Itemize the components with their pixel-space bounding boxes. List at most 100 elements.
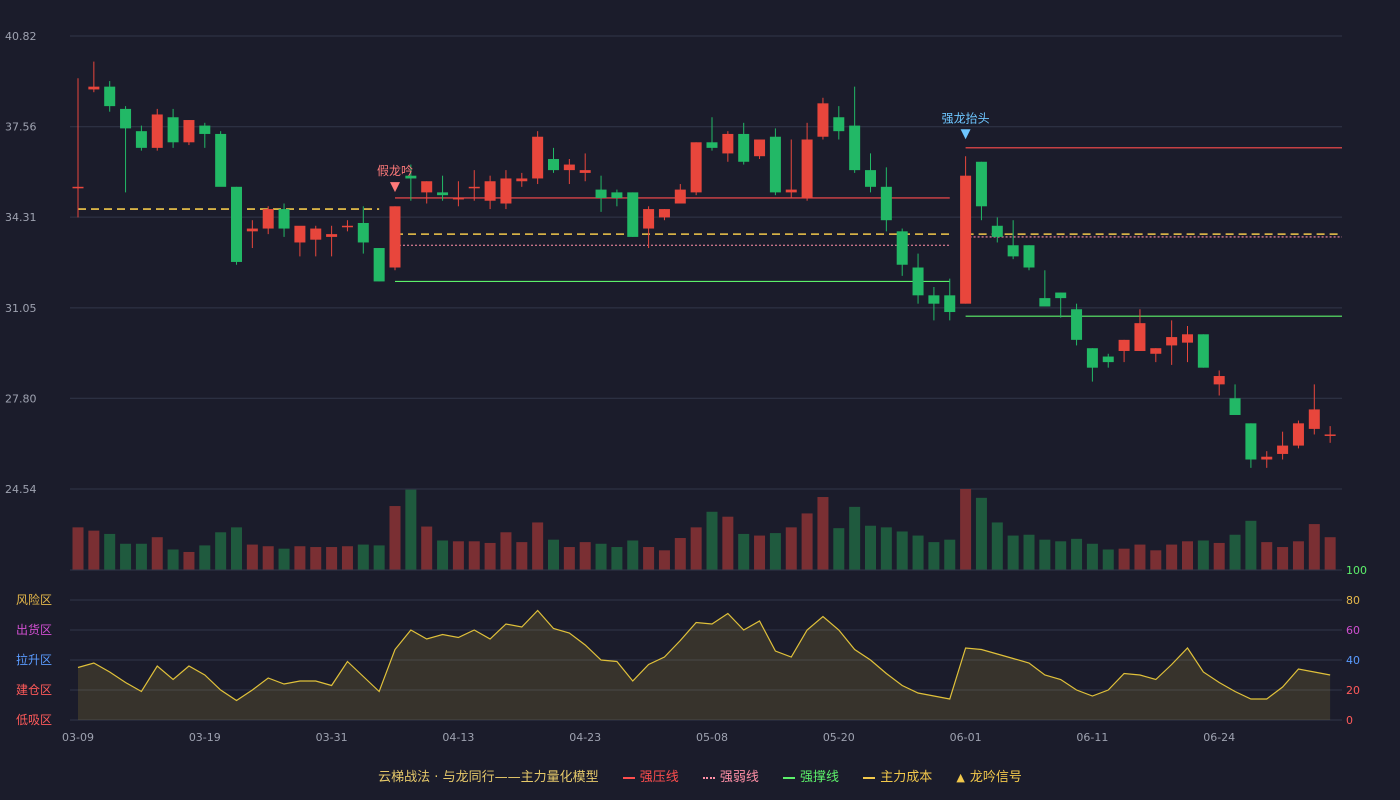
candle-body — [516, 178, 528, 182]
candle-body — [373, 248, 385, 282]
triangle-icon: ▲ — [956, 771, 965, 784]
x-tick-label: 03-31 — [316, 731, 348, 744]
legend-label: 强弱线 — [719, 770, 759, 785]
candle-body — [833, 117, 845, 132]
legend-item-main-cost[interactable]: 主力成本 — [863, 766, 932, 785]
candle-body — [658, 209, 670, 218]
candle-body — [912, 267, 924, 296]
candle-body — [754, 139, 766, 157]
volume-bar — [1102, 549, 1114, 570]
volume-bar — [310, 547, 322, 570]
legend-label: 主力成本 — [880, 770, 933, 785]
osc-tick-label: 40 — [1346, 654, 1360, 667]
signal-arrow-icon — [390, 182, 400, 193]
candle-body — [738, 133, 750, 162]
signal-label: 假龙吟 — [377, 163, 413, 178]
candle-body — [341, 225, 353, 228]
x-tick-label: 06-24 — [1203, 731, 1235, 744]
volume-bar — [1213, 542, 1225, 570]
volume-bar — [104, 533, 116, 570]
signal-arrow-icon — [960, 129, 971, 140]
x-tick-label: 05-20 — [823, 731, 855, 744]
candle-body — [104, 86, 116, 107]
candle-body — [896, 231, 908, 265]
volume-bar — [1118, 548, 1130, 570]
candle-body — [944, 295, 956, 313]
zone-label: 出货区 — [16, 622, 52, 637]
legend-label: 龙吟信号 — [969, 770, 1022, 785]
candle-body — [769, 136, 781, 193]
candle-body — [975, 161, 987, 207]
volume-bar — [405, 489, 417, 570]
candle-body — [484, 181, 496, 201]
volume-bar — [437, 540, 449, 570]
candle-body — [246, 228, 258, 232]
volume-bar — [1308, 524, 1320, 570]
candle-body — [1324, 434, 1336, 436]
volume-bar — [294, 546, 306, 570]
volume-bar — [706, 511, 718, 570]
candle-body — [1055, 292, 1067, 299]
candle-body — [579, 170, 591, 173]
price-tick-label: 40.82 — [5, 30, 37, 43]
legend-item-strong-pressure[interactable]: 强压线 — [622, 766, 679, 785]
chart-legend: 云梯战法 · 与龙同行——主力量化模型 强压线 强弱线 强撑线 主力成本 ▲ 龙吟… — [0, 766, 1400, 785]
volume-bar — [1197, 540, 1209, 570]
candle-body — [548, 158, 559, 171]
volume-bar — [278, 548, 290, 570]
volume-bar — [690, 527, 702, 570]
volume-bar — [183, 551, 195, 570]
volume-bar — [516, 542, 528, 570]
candle-body — [72, 186, 84, 189]
candle-body — [722, 133, 734, 154]
volume-bar — [1071, 538, 1083, 570]
candle-body — [468, 186, 480, 189]
candle-body — [310, 228, 322, 240]
volume-bar — [817, 497, 829, 570]
candle-body — [991, 225, 1003, 237]
volume-bar — [1150, 550, 1162, 570]
zone-label: 风险区 — [16, 592, 52, 607]
volume-bar — [1055, 541, 1067, 570]
chart-svg: 40.82 37.56 34.31 31.05 27.80 24.54 假龙吟 强龙抬头 0 20… — [5, 30, 1367, 744]
volume-bar — [120, 543, 132, 570]
volume-bar — [484, 542, 496, 570]
candle-body — [421, 181, 433, 193]
volume-bar — [1292, 541, 1304, 570]
volume-bar — [1166, 544, 1178, 570]
legend-label: 强压线 — [639, 770, 679, 785]
volume-bar — [1229, 534, 1241, 570]
candle-body — [357, 222, 369, 243]
volume-bar — [579, 542, 591, 570]
volume-bar — [548, 539, 559, 570]
candle-body — [1261, 456, 1273, 460]
volume-bar — [1277, 547, 1289, 570]
legend-item-strong-support[interactable]: 强撑线 — [783, 766, 839, 785]
volume-bar — [500, 532, 512, 570]
candle-body — [1245, 423, 1257, 460]
volume-bar — [595, 543, 607, 570]
candle-body — [627, 192, 639, 237]
osc-tick-label: 0 — [1346, 714, 1353, 727]
volume-bar — [785, 527, 797, 570]
candle-body — [1007, 245, 1019, 257]
volume-bar — [754, 535, 766, 570]
candle-body — [865, 170, 876, 187]
candle-body — [120, 108, 132, 129]
volume-bar — [452, 541, 464, 570]
legend-item-dragon-signal[interactable]: ▲ 龙吟信号 — [956, 766, 1021, 785]
legend-item-strong-weak[interactable]: 强弱线 — [702, 766, 759, 785]
volume-bar — [1039, 539, 1051, 570]
volume-bar — [199, 545, 211, 570]
volume-bar — [674, 538, 686, 570]
candle-body — [928, 295, 940, 304]
volume-bar — [326, 547, 338, 570]
legend-swatch-solid-green — [783, 776, 796, 779]
legend-title: 云梯战法 · 与龙同行——主力量化模型 — [378, 770, 599, 785]
price-tick-label: 34.31 — [5, 211, 37, 224]
candle-body — [706, 142, 718, 148]
volume-bar — [389, 506, 401, 570]
candle-body — [1182, 334, 1193, 343]
volume-bar — [643, 547, 655, 570]
volume-bar — [960, 489, 972, 570]
